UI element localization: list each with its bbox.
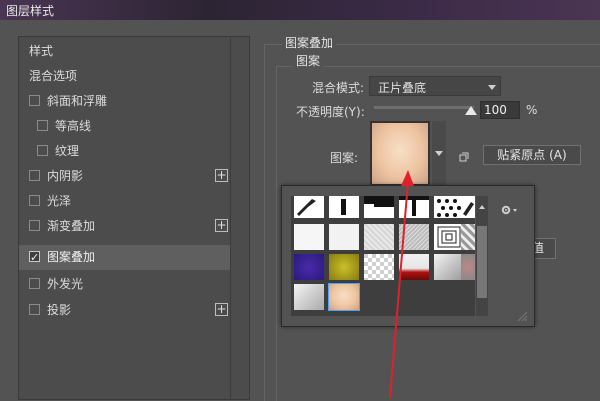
style-list-panel: 样式 混合选项 斜面和浮雕 等高线 纹理 内阴影 + 光泽 渐变叠加 + 图案叠…: [18, 36, 250, 400]
chevron-down-icon: [435, 151, 443, 156]
pattern-grid: [291, 196, 475, 316]
sidebar-item-label: 斜面和浮雕: [47, 94, 108, 108]
pattern-swatch[interactable]: [294, 196, 324, 218]
pattern-swatch[interactable]: [294, 254, 324, 280]
gear-icon[interactable]: [501, 204, 521, 216]
pattern-swatch[interactable]: [364, 224, 394, 250]
snap-to-origin-label: 贴紧原点 (A): [497, 148, 567, 162]
pattern-swatch-selected[interactable]: [328, 283, 360, 311]
sidebar-item-satin[interactable]: 光泽: [19, 189, 231, 214]
sidebar-item-label: 内阴影: [47, 169, 84, 183]
pattern-swatch[interactable]: [294, 284, 324, 310]
pattern-swatch[interactable]: [399, 196, 429, 218]
pattern-swatch[interactable]: [294, 224, 324, 250]
sidebar-item-pattern-overlay[interactable]: 图案叠加: [19, 245, 231, 270]
styles-header-label: 样式: [29, 44, 54, 58]
pattern-swatch[interactable]: [399, 254, 429, 280]
sidebar-item-inner-shadow[interactable]: 内阴影 +: [19, 164, 231, 189]
pattern-label: 图案:: [330, 151, 359, 165]
sidebar-item-gradient-overlay[interactable]: 渐变叠加 +: [19, 214, 231, 239]
pattern-swatch[interactable]: [461, 196, 475, 218]
opacity-input[interactable]: 100: [480, 101, 520, 119]
group-title: 图案叠加: [282, 34, 337, 51]
add-effect-plus-icon[interactable]: +: [215, 303, 228, 316]
add-effect-plus-icon[interactable]: +: [215, 219, 228, 232]
sidebar-item-label: 外发光: [47, 277, 84, 291]
resize-grip-icon[interactable]: [516, 310, 528, 322]
opacity-unit: %: [526, 103, 538, 117]
sidebar-item-outer-glow[interactable]: 外发光: [19, 272, 231, 297]
checkbox[interactable]: [29, 220, 40, 231]
pattern-preview[interactable]: [370, 121, 430, 186]
blend-mode-value: 正片叠底: [378, 81, 427, 95]
checkbox[interactable]: [37, 145, 48, 156]
sidebar-item-texture[interactable]: 纹理: [19, 139, 231, 164]
opacity-slider-thumb[interactable]: [465, 106, 477, 115]
opacity-slider-track[interactable]: [374, 106, 474, 109]
checkbox[interactable]: [29, 95, 40, 106]
sidebar-item-label: 渐变叠加: [47, 219, 96, 233]
sidebar-item-bevel-emboss[interactable]: 斜面和浮雕: [19, 89, 231, 114]
pattern-swatch[interactable]: [461, 224, 475, 250]
pattern-swatch[interactable]: [329, 254, 359, 280]
pattern-swatch[interactable]: [399, 224, 429, 250]
blend-options-item[interactable]: 混合选项: [19, 64, 231, 89]
pattern-swatch[interactable]: [434, 224, 464, 250]
pattern-swatch[interactable]: [364, 254, 394, 280]
sidebar-divider: [230, 36, 231, 400]
sidebar-item-label: 等高线: [55, 119, 92, 133]
checkbox[interactable]: [29, 278, 40, 289]
pattern-swatch[interactable]: [434, 254, 464, 280]
window-title: 图层样式: [6, 4, 55, 18]
scroll-up-icon[interactable]: [479, 205, 485, 209]
blend-mode-label: 混合模式:: [312, 81, 365, 95]
pattern-swatch[interactable]: [329, 196, 359, 218]
sidebar-item-label: 光泽: [47, 194, 72, 208]
chevron-down-icon: [488, 85, 496, 90]
sidebar-item-label: 图案叠加: [47, 250, 96, 264]
pattern-swatch[interactable]: [461, 254, 475, 280]
snap-to-origin-button[interactable]: 贴紧原点 (A): [483, 145, 581, 165]
blend-options-label: 混合选项: [29, 69, 78, 83]
sidebar-item-contour[interactable]: 等高线: [19, 114, 231, 139]
checkbox[interactable]: [37, 120, 48, 131]
pattern-swatch[interactable]: [434, 196, 464, 218]
checkbox[interactable]: [29, 304, 40, 315]
opacity-value: 100: [484, 103, 507, 117]
pattern-picker-toggle[interactable]: [432, 121, 446, 186]
sidebar-item-label: 纹理: [55, 144, 80, 158]
checkbox[interactable]: [29, 170, 40, 181]
opacity-label: 不透明度(Y):: [296, 105, 365, 119]
sidebar-item-drop-shadow[interactable]: 投影 +: [19, 298, 231, 323]
scrollbar-thumb[interactable]: [477, 226, 487, 298]
window-titlebar: 图层样式: [0, 0, 600, 20]
blend-mode-select[interactable]: 正片叠底: [369, 76, 501, 96]
sidebar-item-label: 投影: [47, 303, 72, 317]
subgroup-title: 图案: [293, 52, 324, 69]
styles-header[interactable]: 样式: [19, 39, 231, 64]
pattern-swatch[interactable]: [364, 196, 394, 218]
checkbox[interactable]: [29, 195, 40, 206]
checkbox-checked[interactable]: [29, 245, 40, 270]
add-effect-plus-icon[interactable]: +: [215, 169, 228, 182]
pattern-swatch[interactable]: [329, 224, 359, 250]
new-preset-icon[interactable]: [459, 151, 469, 162]
